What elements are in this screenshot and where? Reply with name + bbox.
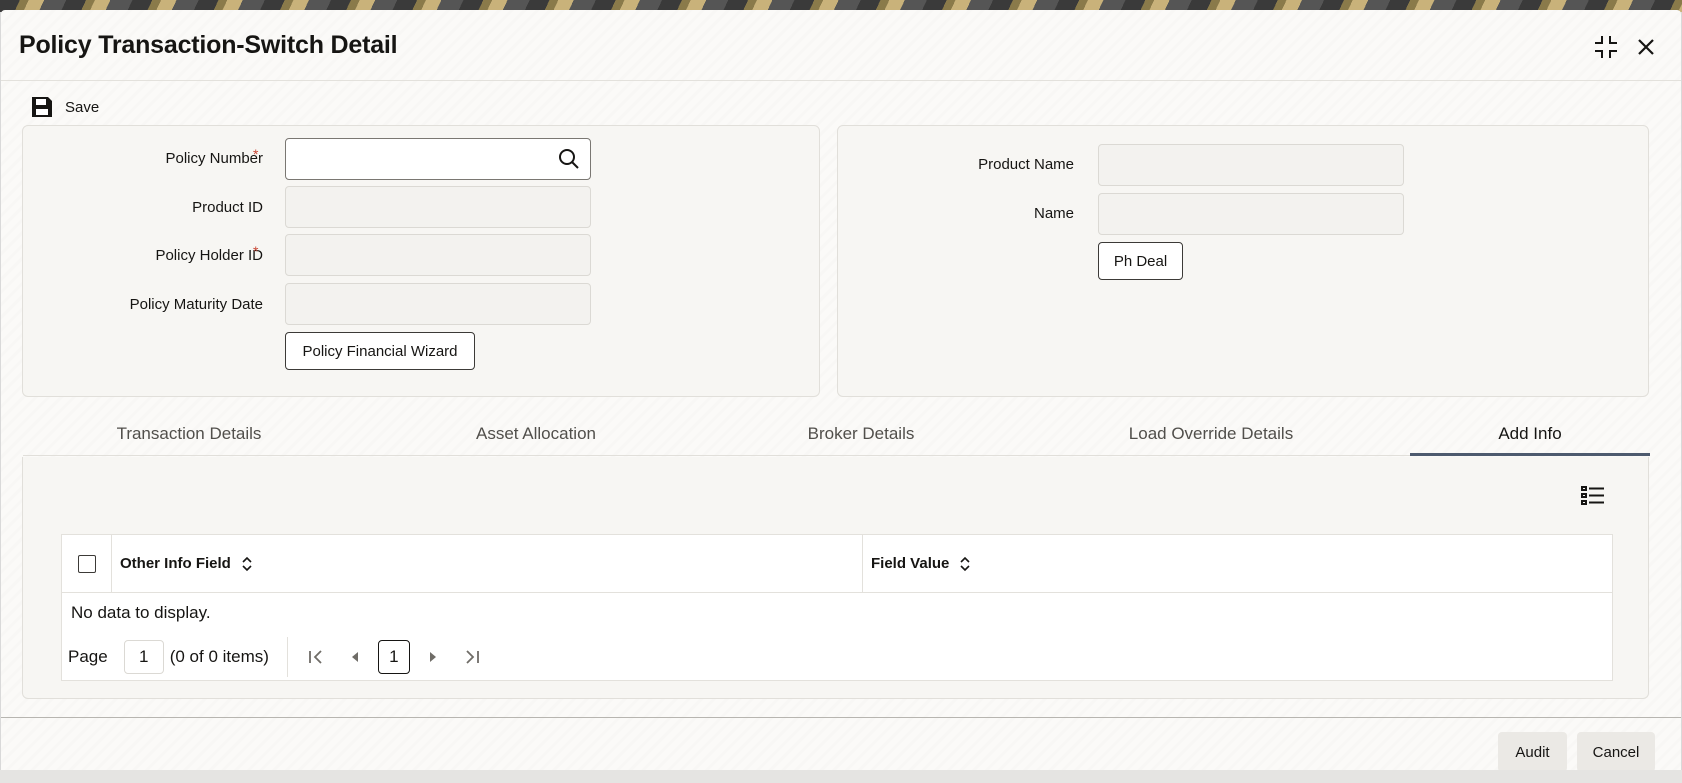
policy-panel: Policy Number * Product ID Policy Holder… bbox=[22, 125, 820, 397]
product-panel: Product Name Name Ph Deal bbox=[837, 125, 1649, 397]
tab-asset-allocation[interactable]: Asset Allocation bbox=[456, 424, 616, 444]
column-label: Other Info Field bbox=[120, 555, 231, 572]
ph-deal-button[interactable]: Ph Deal bbox=[1098, 242, 1183, 280]
product-id-field[interactable] bbox=[285, 186, 591, 228]
name-label: Name bbox=[1033, 205, 1074, 222]
column-header-field-value[interactable]: Field Value bbox=[871, 555, 971, 572]
sort-icon bbox=[242, 556, 252, 571]
required-indicator: * bbox=[253, 243, 259, 259]
page-input[interactable]: 1 bbox=[123, 640, 164, 674]
product-id-label: Product ID bbox=[192, 199, 263, 216]
audit-button[interactable]: Audit bbox=[1498, 732, 1567, 772]
tab-add-info[interactable]: Add Info bbox=[1470, 424, 1590, 444]
select-all-checkbox[interactable] bbox=[78, 555, 96, 573]
current-page-button[interactable]: 1 bbox=[377, 640, 410, 674]
column-divider bbox=[862, 535, 863, 593]
status-bar bbox=[0, 770, 1682, 783]
tab-load-override-details[interactable]: Load Override Details bbox=[1111, 424, 1311, 444]
footer-divider bbox=[1, 717, 1681, 718]
tab-transaction-details[interactable]: Transaction Details bbox=[109, 424, 269, 444]
column-list-button[interactable] bbox=[1581, 485, 1605, 512]
active-tab-indicator bbox=[1410, 453, 1650, 456]
header-divider bbox=[1, 80, 1681, 81]
column-label: Field Value bbox=[871, 555, 950, 572]
pagination: Page 1 (0 of 0 items) 1 bbox=[68, 637, 482, 677]
table-header: Other Info Field Field Value bbox=[62, 535, 1612, 593]
column-list-icon bbox=[1581, 486, 1604, 505]
column-divider bbox=[111, 535, 112, 593]
policy-holder-id-label: Policy Holder ID bbox=[155, 247, 263, 264]
prev-page-icon[interactable] bbox=[348, 647, 362, 667]
maximize-icon bbox=[1595, 36, 1617, 58]
close-icon bbox=[1638, 39, 1654, 55]
product-name-label: Product Name bbox=[978, 156, 1074, 173]
page-label: Page bbox=[68, 647, 108, 666]
save-button[interactable]: Save bbox=[31, 96, 99, 118]
product-name-field[interactable] bbox=[1098, 144, 1404, 186]
last-page-icon[interactable] bbox=[462, 647, 482, 667]
other-info-table: Other Info Field Field Value No data to … bbox=[61, 534, 1613, 681]
first-page-icon[interactable] bbox=[306, 647, 326, 667]
policy-financial-wizard-button[interactable]: Policy Financial Wizard bbox=[285, 332, 475, 370]
policy-number-input[interactable] bbox=[285, 138, 591, 180]
page-title: Policy Transaction-Switch Detail bbox=[19, 31, 398, 59]
next-page-icon[interactable] bbox=[426, 647, 440, 667]
empty-message: No data to display. bbox=[71, 603, 211, 622]
close-button[interactable] bbox=[1631, 32, 1661, 62]
tab-baseline bbox=[23, 455, 1649, 456]
maximize-button[interactable] bbox=[1591, 32, 1621, 62]
items-count: (0 of 0 items) bbox=[169, 647, 269, 666]
cancel-button[interactable]: Cancel bbox=[1577, 732, 1655, 772]
save-icon bbox=[32, 97, 52, 117]
policy-maturity-date-label: Policy Maturity Date bbox=[129, 296, 263, 313]
save-label: Save bbox=[65, 98, 100, 116]
pager-divider bbox=[286, 637, 288, 677]
required-indicator: * bbox=[253, 146, 259, 162]
name-field[interactable] bbox=[1098, 193, 1404, 235]
search-icon[interactable] bbox=[558, 148, 580, 170]
policy-maturity-date-field[interactable] bbox=[285, 283, 591, 325]
tab-broker-details[interactable]: Broker Details bbox=[791, 424, 931, 444]
column-header-other-info-field[interactable]: Other Info Field bbox=[120, 555, 253, 572]
policy-holder-id-field[interactable] bbox=[285, 234, 591, 276]
sort-icon bbox=[960, 556, 970, 571]
policy-number-label: Policy Number bbox=[165, 150, 263, 167]
dialog-window: Policy Transaction-Switch Detail Save Po… bbox=[1, 10, 1681, 772]
